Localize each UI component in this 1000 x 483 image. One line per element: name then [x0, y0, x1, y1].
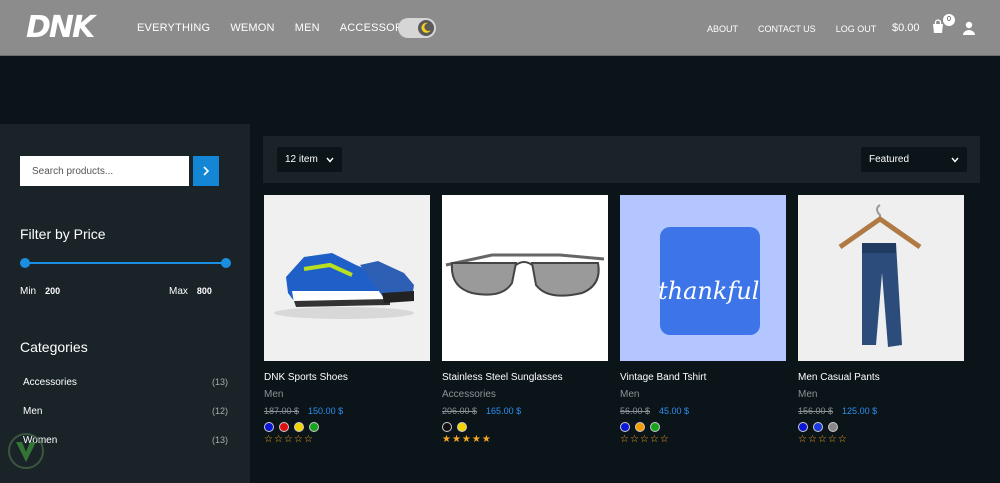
- sale-price: 125.00 $: [842, 406, 878, 416]
- product-image-pants[interactable]: [798, 195, 964, 361]
- sort-select[interactable]: Featured: [861, 147, 967, 172]
- old-price: 56.00 $: [620, 406, 651, 416]
- chevron-down-icon: [326, 157, 334, 163]
- search-button[interactable]: [193, 156, 219, 186]
- max-value: 800: [196, 286, 212, 296]
- max-price: Max 800: [169, 286, 212, 297]
- header: DNK EVERYTHING WEMON MEN ACCESSORIES ABO…: [0, 0, 1000, 56]
- nav-wemon[interactable]: WEMON: [230, 22, 274, 34]
- product-image-sunglasses[interactable]: [442, 195, 608, 361]
- product-card[interactable]: DNK Sports Shoes Men 187.00 $ 150.00 $ ☆☆…: [264, 195, 430, 445]
- nav-about[interactable]: ABOUT: [707, 24, 738, 34]
- rating-stars: ☆☆☆☆☆: [620, 434, 670, 445]
- nav-contact-us[interactable]: CONTACT US: [758, 24, 816, 34]
- watermark-logo: [8, 433, 44, 469]
- color-swatch-black[interactable]: [442, 422, 452, 432]
- cart-total: $0.00: [892, 22, 920, 34]
- per-page-value: 12 item: [285, 154, 318, 165]
- product-name[interactable]: Vintage Band Tshirt: [620, 372, 786, 383]
- category-men[interactable]: Men (12): [23, 406, 228, 417]
- min-value: 200: [45, 286, 61, 296]
- max-label: Max: [169, 286, 188, 297]
- tshirt-print: thankful: [658, 277, 760, 305]
- color-swatch-green[interactable]: [650, 422, 660, 432]
- color-swatch-gray[interactable]: [828, 422, 838, 432]
- sale-price: 150.00 $: [308, 406, 344, 416]
- category-women[interactable]: Women (13): [23, 435, 228, 446]
- theme-toggle[interactable]: [398, 18, 436, 38]
- main-nav: EVERYTHING WEMON MEN ACCESSORIES: [137, 22, 421, 34]
- color-swatch-yellow[interactable]: [457, 422, 467, 432]
- color-swatch-blue-2[interactable]: [813, 422, 823, 432]
- chevron-down-icon: [951, 157, 959, 163]
- rating-stars: ☆☆☆☆☆: [264, 434, 314, 445]
- color-swatch-green[interactable]: [309, 422, 319, 432]
- old-price: 206.00 $: [442, 406, 478, 416]
- sale-price: 45.00 $: [659, 406, 690, 416]
- old-price: 187.00 $: [264, 406, 300, 416]
- min-price: Min 200: [20, 286, 60, 297]
- product-category: Men: [264, 389, 284, 400]
- nav-log-out[interactable]: LOG OUT: [836, 24, 877, 34]
- category-label: Men: [23, 406, 43, 417]
- price-slider-track[interactable]: [24, 262, 226, 264]
- product-prices: 206.00 $ 165.00 $: [442, 406, 608, 416]
- search-input[interactable]: [20, 156, 189, 186]
- category-count: (13): [211, 377, 228, 387]
- product-image-tshirt[interactable]: thankful: [620, 195, 786, 361]
- products-toolbar: 12 item Featured: [263, 136, 980, 183]
- product-card[interactable]: Stainless Steel Sunglasses Accessories 2…: [442, 195, 608, 445]
- category-count: (13): [211, 435, 228, 445]
- color-swatch-blue[interactable]: [620, 422, 630, 432]
- product-category: Accessories: [442, 389, 496, 400]
- color-swatch-orange[interactable]: [635, 422, 645, 432]
- price-slider-max-handle[interactable]: [221, 258, 231, 268]
- product-category: Men: [798, 389, 818, 400]
- rating-stars: ☆☆☆☆☆: [798, 434, 848, 445]
- color-swatches: [264, 422, 430, 432]
- per-page-select[interactable]: 12 item: [277, 147, 342, 172]
- color-swatches: [442, 422, 608, 432]
- categories-title: Categories: [20, 339, 88, 355]
- product-prices: 156.00 $ 125.00 $: [798, 406, 964, 416]
- sort-value: Featured: [869, 154, 910, 165]
- secondary-nav: ABOUT CONTACT US LOG OUT: [707, 24, 876, 34]
- category-accessories[interactable]: Accessories (13): [23, 377, 228, 388]
- sale-price: 165.00 $: [486, 406, 522, 416]
- product-name[interactable]: Stainless Steel Sunglasses: [442, 372, 608, 383]
- price-slider-min-handle[interactable]: [20, 258, 30, 268]
- category-label: Accessories: [23, 377, 77, 388]
- product-card[interactable]: Men Casual Pants Men 156.00 $ 125.00 $ ☆☆…: [798, 195, 964, 445]
- cart-count-badge: 0: [943, 14, 955, 26]
- product-prices: 187.00 $ 150.00 $: [264, 406, 430, 416]
- old-price: 156.00 $: [798, 406, 834, 416]
- nav-men[interactable]: MEN: [295, 22, 320, 34]
- product-category: Men: [620, 389, 640, 400]
- product-card[interactable]: thankful Vintage Band Tshirt Men 56.00 $…: [620, 195, 786, 445]
- color-swatch-red[interactable]: [279, 422, 289, 432]
- chevron-right-icon: [203, 166, 210, 176]
- color-swatch-blue[interactable]: [264, 422, 274, 432]
- color-swatches: [620, 422, 786, 432]
- category-count: (12): [211, 406, 228, 416]
- filter-price-title: Filter by Price: [20, 226, 106, 242]
- rating-stars: ★★★★★: [442, 434, 492, 445]
- moon-icon: [418, 20, 434, 36]
- min-label: Min: [20, 286, 37, 297]
- product-name[interactable]: DNK Sports Shoes: [264, 372, 430, 383]
- color-swatches: [798, 422, 964, 432]
- logo[interactable]: DNK: [26, 10, 95, 45]
- color-swatch-blue[interactable]: [798, 422, 808, 432]
- product-prices: 56.00 $ 45.00 $: [620, 406, 786, 416]
- color-swatch-yellow[interactable]: [294, 422, 304, 432]
- product-name[interactable]: Men Casual Pants: [798, 372, 964, 383]
- product-image-shoes[interactable]: [264, 195, 430, 361]
- user-icon[interactable]: [961, 20, 977, 36]
- nav-everything[interactable]: EVERYTHING: [137, 22, 210, 34]
